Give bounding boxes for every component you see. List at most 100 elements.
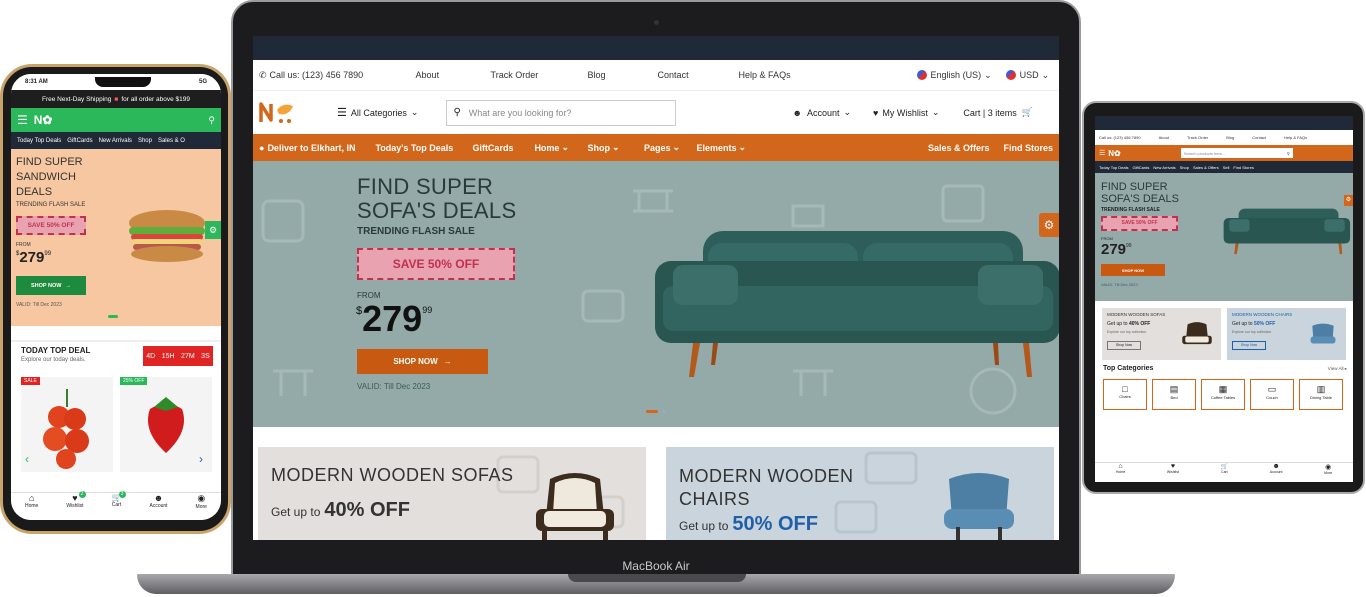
card-discount: 40% OFF [324, 499, 410, 521]
timer-hours: 15H [161, 352, 175, 360]
nav-item-pages[interactable]: Pages [644, 143, 671, 153]
table-icon: ▦ [1218, 384, 1228, 394]
card-shop-now-button[interactable]: Shop Now [1232, 341, 1266, 350]
hero-price: 279 [362, 298, 423, 339]
laptop-camera [654, 20, 659, 25]
currency-select[interactable]: USD [1020, 70, 1039, 80]
bottom-nav-more[interactable]: ◉ More [196, 493, 207, 520]
topbar-link-contact[interactable]: Contact [1252, 135, 1266, 140]
deliver-location[interactable]: Deliver to Elkhart, IN [267, 143, 375, 153]
logo[interactable]: N✿ [1108, 149, 1120, 158]
category-dining-table[interactable]: ▥ Dining Table [1299, 379, 1343, 410]
account-menu[interactable]: Account [807, 108, 840, 118]
carousel-next-icon[interactable]: › [199, 452, 203, 466]
laptop-promo-cards: MODERN WOODEN SOFAS Get up to 40% OFF MO… [253, 427, 1059, 540]
nav-item-giftcards[interactable]: GiftCards [472, 143, 534, 153]
nav-item-shop[interactable]: Shop [587, 143, 610, 153]
nav-item-find-stores[interactable]: Find Stores [1003, 143, 1053, 153]
nav-item-sales[interactable]: Sales & O [158, 138, 185, 144]
topbar-link-blog[interactable]: Blog [588, 70, 658, 80]
nav-item-sales[interactable]: Sales & Offers [928, 143, 990, 153]
bottom-nav-label: Home [1115, 470, 1126, 474]
bottom-nav-cart[interactable]: 🛒 Cart [1221, 463, 1228, 482]
nav-item-find-stores[interactable]: Find Stores [1233, 165, 1253, 170]
nav-item-giftcards[interactable]: GiftCards [1133, 165, 1150, 170]
bottom-nav-wishlist[interactable]: ♥ Wishlist 2 [66, 491, 86, 520]
nav-item-home[interactable]: Home [534, 143, 559, 153]
menu-icon[interactable]: ☰ [1099, 149, 1105, 157]
nav-item-sell[interactable]: Sell [1223, 165, 1230, 170]
carousel-prev-icon[interactable]: ‹ [25, 452, 29, 466]
bottom-nav-account[interactable]: ☻ Account [1270, 463, 1283, 482]
category-coffee-tables[interactable]: ▦ Coffee Tables [1201, 379, 1245, 410]
search-input[interactable]: ⚲ What are you looking for? [446, 99, 677, 126]
logo[interactable]: N✿ [34, 113, 53, 127]
hero-title-line2: SOFA'S DEALS [357, 198, 517, 223]
topbar-link-about[interactable]: About [416, 70, 491, 80]
topbar-link-blog[interactable]: Blog [1226, 135, 1234, 140]
card-shop-now-button[interactable]: Shop Now [1107, 341, 1141, 350]
logo[interactable] [259, 100, 331, 126]
bottom-nav-account[interactable]: ☻ Account [149, 493, 167, 520]
view-all-link[interactable]: View All ▸ [1328, 366, 1347, 372]
chevron-down-icon: ⌄ [672, 142, 681, 152]
topbar-link-contact[interactable]: Contact [658, 70, 739, 80]
bottom-nav-cart[interactable]: 🛒 Cart 3 [112, 491, 126, 520]
nav-item-elements[interactable]: Elements [696, 143, 736, 153]
language-select[interactable]: English (US) [931, 70, 982, 80]
nav-item-top-deals[interactable]: Today Top Deals [17, 138, 61, 144]
nav-item-shop[interactable]: Shop [1180, 165, 1189, 170]
bottom-nav-more[interactable]: ◉ More [1324, 463, 1332, 482]
promo-card-sofas[interactable]: MODERN WOODEN SOFAS Get up to 40% OFF Ex… [1102, 308, 1221, 360]
topbar-link-track[interactable]: Track Order [491, 70, 588, 80]
user-icon: ☻ [153, 493, 164, 503]
slide-indicator[interactable] [662, 410, 666, 413]
settings-gear-button[interactable]: ⚙ [205, 221, 221, 239]
promo-card-chairs[interactable]: MODERN WOODEN CHAIRS Get up to 50% OFF E… [1227, 308, 1346, 360]
topbar-phone[interactable]: Call us: (123) 456 7890 [1099, 135, 1141, 140]
menu-icon[interactable]: ☰ [17, 113, 28, 127]
card-note: Explore our top collection [1107, 330, 1147, 334]
topbar-link-track[interactable]: Track Order [1187, 135, 1208, 140]
topbar-link-help[interactable]: Help & FAQs [1284, 135, 1307, 140]
nav-item-new-arrivals[interactable]: New Arrivals [99, 138, 132, 144]
nav-item-giftcards[interactable]: GiftCards [67, 138, 92, 144]
search-input[interactable]: Search products here... ⚲ [1180, 148, 1293, 158]
nav-item-new-arrivals[interactable]: New Arrivals [1153, 165, 1175, 170]
nav-item-shop[interactable]: Shop [138, 138, 152, 144]
category-couch[interactable]: ▭ Couch [1250, 379, 1294, 410]
category-bed[interactable]: ▤ Bed [1152, 379, 1196, 410]
shop-now-button[interactable]: SHOP NOW → [357, 349, 488, 374]
topbar-phone[interactable]: Call us: (123) 456 7890 [270, 70, 412, 80]
shop-now-button[interactable]: SHOP NOW [1101, 264, 1165, 276]
settings-gear-button[interactable]: ⚙ [1344, 195, 1353, 206]
tomatoes-image [43, 389, 89, 469]
hero-title-line3: DEALS [16, 186, 53, 198]
slide-indicator-active[interactable] [108, 315, 118, 318]
nav-item-top-deals[interactable]: Today Top Deals [1099, 165, 1129, 170]
promo-card-chairs[interactable]: MODERN WOODEN CHAIRS Get up to 50% OFF [666, 447, 1054, 540]
category-chairs[interactable]: □ Chairs [1103, 379, 1147, 410]
category-list: □ Chairs ▤ Bed ▦ Coffee Tables ▭ Couch ▥ Dini… [1103, 379, 1343, 410]
settings-gear-button[interactable]: ⚙ [1039, 213, 1059, 237]
status-time: 8:31 AM [25, 79, 48, 85]
topbar-link-about[interactable]: About [1159, 135, 1169, 140]
topbar-link-help[interactable]: Help & FAQs [739, 70, 917, 80]
bottom-nav-wishlist[interactable]: ♥ Wishlist [1167, 463, 1179, 482]
nav-item-sales[interactable]: Sales & Offers [1193, 165, 1219, 170]
cart-link[interactable]: Cart | 3 items [963, 108, 1016, 118]
slide-indicator-active[interactable] [646, 410, 658, 413]
all-categories-dropdown[interactable]: All Categories [351, 108, 407, 118]
promo-card-sofas[interactable]: MODERN WOODEN SOFAS Get up to 40% OFF [258, 447, 646, 540]
wishlist-menu[interactable]: My Wishlist [882, 108, 928, 118]
product-card[interactable]: SALE [21, 377, 113, 472]
us-flag-icon [1005, 70, 1016, 80]
deal-subtitle: Explore our today deals. [21, 357, 86, 363]
home-icon: ⌂ [28, 493, 35, 503]
shop-now-button[interactable]: SHOP NOW → [16, 276, 86, 295]
bottom-nav-label: More [1324, 471, 1333, 475]
bottom-nav-home[interactable]: ⌂ Home [25, 493, 38, 520]
nav-item-top-deals[interactable]: Today's Top Deals [375, 143, 472, 153]
search-icon[interactable]: ⚲ [208, 115, 215, 126]
bottom-nav-home[interactable]: ⌂ Home [1116, 463, 1125, 482]
